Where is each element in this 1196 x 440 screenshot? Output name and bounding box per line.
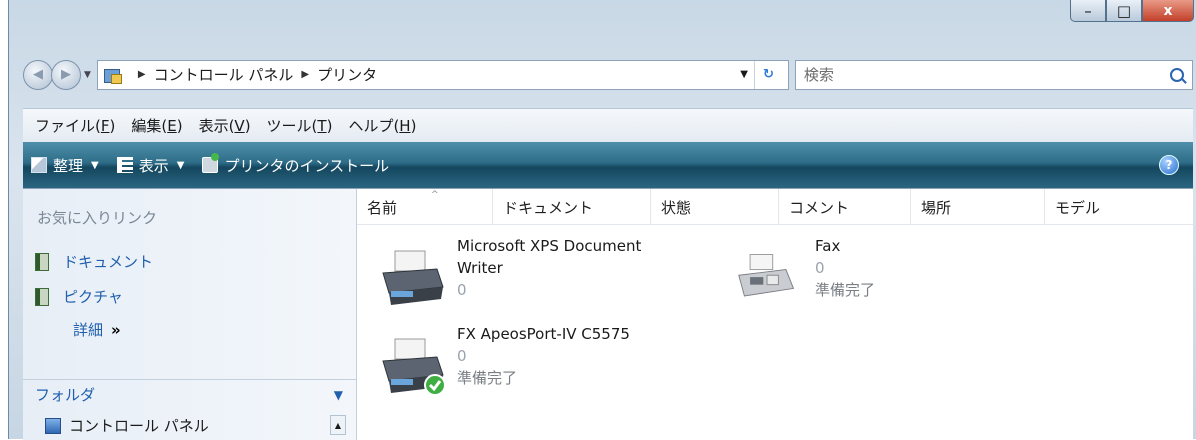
organize-button[interactable]: 整理 ▼ (31, 155, 99, 176)
menu-bar: ファイル(F) 編集(E) 表示(V) ツール(T) ヘルプ(H) (23, 108, 1193, 142)
tree-item-label: コントロール パネル (69, 417, 209, 435)
views-icon (116, 157, 133, 173)
chevron-down-icon: ▼ (176, 159, 185, 171)
control-panel-icon (45, 417, 61, 434)
organize-icon (31, 157, 47, 173)
pictures-icon (35, 287, 49, 306)
navigation-pane: お気に入りリンク ドキュメント ピクチャ 詳細 » フォルダ ▼ コントロール … (23, 189, 357, 440)
help-icon[interactable]: ? (1159, 155, 1179, 175)
forward-arrow-icon: ▶ (61, 67, 71, 82)
column-header-model[interactable]: モデル (1045, 189, 1193, 225)
views-button[interactable]: 表示 ▼ (116, 155, 185, 176)
tree-item-control-panel[interactable]: コントロール パネル (35, 415, 345, 436)
address-row: ◀ ▶ ▼ ▶ コントロール パネル ▶ プリンタ ▼ ↻ 検索 (23, 58, 1193, 91)
column-header-comment[interactable]: コメント (779, 189, 911, 225)
back-arrow-icon: ◀ (33, 67, 43, 82)
explorer-window: – □ x ◀ ▶ ▼ ▶ コントロール パネル ▶ プリンタ ▼ ↻ 検索 フ… (8, 0, 1196, 440)
content-area: お気に入りリンク ドキュメント ピクチャ 詳細 » フォルダ ▼ コントロール … (23, 188, 1193, 440)
favorite-link-pictures[interactable]: ピクチャ (35, 286, 123, 307)
breadcrumb-separator-icon[interactable]: ▶ (301, 69, 309, 80)
printer-name-cont: Writer (457, 259, 503, 277)
back-button[interactable]: ◀ (23, 59, 53, 90)
printer-document-count: 0 (815, 259, 825, 277)
forward-button[interactable]: ▶ (51, 59, 81, 90)
folders-title: フォルダ (35, 386, 96, 404)
scroll-up-button[interactable]: ▲ (330, 415, 346, 435)
maximize-icon: □ (1116, 1, 1132, 20)
favorite-link-documents[interactable]: ドキュメント (35, 251, 153, 272)
chevron-down-icon: ▼ (91, 159, 99, 171)
menu-tools[interactable]: ツール(T) (267, 115, 333, 136)
caption-buttons: – □ x (1070, 0, 1194, 27)
printer-icon (382, 338, 446, 396)
favorite-link-label: ピクチャ (63, 288, 123, 306)
printer-document-count: 0 (457, 281, 467, 299)
search-placeholder: 検索 (803, 66, 834, 84)
close-button[interactable]: x (1142, 0, 1194, 22)
printer-name: Microsoft XPS Document (457, 237, 642, 255)
sort-ascending-icon: ^ (431, 190, 439, 200)
command-bar: 整理 ▼ 表示 ▼ プリンタのインストール ? (23, 142, 1193, 188)
organize-label: 整理 (53, 156, 84, 175)
add-printer-icon (202, 153, 220, 173)
menu-edit[interactable]: 編集(E) (131, 115, 182, 136)
favorite-link-label: ドキュメント (63, 253, 154, 271)
add-printer-button[interactable]: プリンタのインストール (202, 153, 390, 176)
documents-icon (35, 252, 49, 271)
breadcrumb-printers[interactable]: プリンタ (317, 64, 377, 85)
column-header-location[interactable]: 場所 (911, 189, 1045, 225)
minimize-icon: – (1084, 1, 1092, 20)
printer-name: Fax (815, 237, 841, 255)
column-header-name[interactable]: 名前 ^ (357, 189, 493, 225)
refresh-button[interactable]: ↻ (753, 60, 782, 89)
column-headers: 名前 ^ ドキュメント 状態 コメント 場所 モデル (357, 189, 1193, 225)
refresh-icon: ↻ (762, 67, 774, 82)
more-label: 詳細 (73, 321, 104, 339)
printer-status: 準備完了 (457, 369, 518, 387)
printer-list: 名前 ^ ドキュメント 状態 コメント 場所 モデル Microsoft XPS … (357, 189, 1193, 440)
breadcrumb-control-panel[interactable]: コントロール パネル (154, 64, 294, 85)
printer-icon (382, 250, 444, 305)
column-header-documents[interactable]: ドキュメント (493, 189, 651, 225)
column-header-status[interactable]: 状態 (651, 189, 779, 225)
add-printer-label: プリンタのインストール (224, 156, 390, 175)
address-bar[interactable]: ▶ コントロール パネル ▶ プリンタ ▼ ↻ (96, 59, 789, 90)
search-input[interactable]: 検索 (794, 59, 1193, 90)
close-icon: x (1163, 2, 1173, 19)
double-chevron-icon: » (111, 320, 121, 339)
more-links[interactable]: 詳細 » (73, 319, 121, 340)
search-icon[interactable] (1170, 67, 1184, 82)
control-panel-icon (103, 67, 122, 84)
views-label: 表示 (138, 156, 169, 175)
printer-status: 準備完了 (815, 281, 876, 299)
minimize-button[interactable]: – (1070, 0, 1106, 22)
favorite-links-title: お気に入りリンク (37, 209, 158, 227)
breadcrumb-separator-icon[interactable]: ▶ (138, 69, 146, 80)
printer-document-count: 0 (457, 347, 467, 365)
menu-view[interactable]: 表示(V) (199, 115, 251, 136)
menu-file[interactable]: ファイル(F) (35, 115, 115, 136)
address-dropdown-icon[interactable]: ▼ (740, 69, 748, 80)
menu-help[interactable]: ヘルプ(H) (348, 115, 416, 136)
fax-icon (738, 254, 795, 297)
maximize-button[interactable]: □ (1106, 0, 1142, 22)
printer-name: FX ApeosPort-IV C5575 (457, 325, 630, 343)
recent-pages-dropdown[interactable]: ▼ (84, 70, 91, 80)
folders-header[interactable]: フォルダ ▼ (23, 379, 357, 409)
chevron-down-icon: ▼ (333, 387, 343, 402)
